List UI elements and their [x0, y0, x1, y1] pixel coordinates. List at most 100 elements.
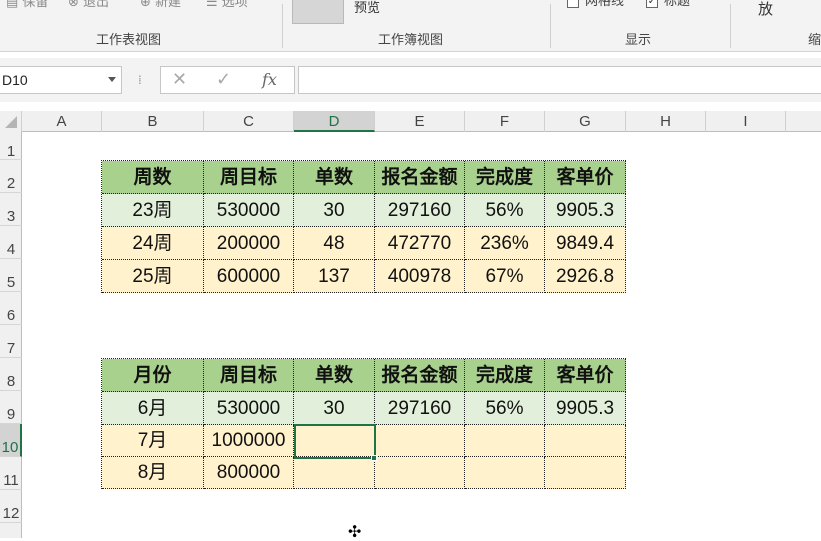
table2-header-cell[interactable]: 周目标: [204, 359, 294, 392]
column-header-i[interactable]: I: [706, 111, 786, 132]
drag-handle-icon[interactable]: ⁞: [138, 72, 142, 88]
table1-cell[interactable]: 48: [294, 227, 375, 260]
table1-cell[interactable]: 530000: [204, 194, 294, 227]
table2-cell[interactable]: [545, 457, 626, 489]
preview-thumbnail[interactable]: [292, 0, 344, 24]
row-header-8[interactable]: 8: [0, 358, 22, 391]
table2-cell[interactable]: 1000000: [204, 425, 294, 457]
table2-cell[interactable]: [465, 425, 545, 457]
gridlines-label: 网格线: [585, 0, 625, 9]
new-view-icon: ⊕: [140, 0, 156, 10]
table1-header-cell[interactable]: 单数: [294, 161, 375, 194]
enter-icon[interactable]: ✓: [216, 70, 231, 90]
table2-header-cell[interactable]: 报名金额: [375, 359, 465, 392]
row-header-9[interactable]: 9: [0, 391, 22, 424]
table2-cell[interactable]: 56%: [465, 392, 545, 425]
table1-cell[interactable]: 9905.3: [545, 194, 626, 227]
table2-cell[interactable]: 530000: [204, 392, 294, 425]
ribbon-separator: [282, 4, 283, 48]
table2-cell[interactable]: [375, 457, 465, 489]
row-header-6[interactable]: 6: [0, 292, 22, 325]
table1-header-cell[interactable]: 客单价: [545, 161, 626, 194]
table2-cell[interactable]: 9905.3: [545, 392, 626, 425]
zoom-label[interactable]: 放: [758, 1, 773, 17]
table1-header-cell[interactable]: 周目标: [204, 161, 294, 194]
table1-cell[interactable]: 2926.8: [545, 260, 626, 293]
row-header-2[interactable]: 2: [0, 160, 22, 193]
column-header-h[interactable]: H: [626, 111, 706, 132]
table2-cell[interactable]: 6月: [102, 392, 204, 425]
table2-cell[interactable]: 297160: [375, 392, 465, 425]
column-header-d[interactable]: D: [294, 111, 375, 132]
table2-cell[interactable]: [465, 457, 545, 489]
table1-cell[interactable]: 30: [294, 194, 375, 227]
table1-cell[interactable]: 137: [294, 260, 375, 293]
group-label-worksheet-view: 工作表视图: [96, 33, 162, 48]
new-view-button[interactable]: ⊕ 新建: [140, 0, 181, 11]
row-header-12[interactable]: 12: [0, 490, 22, 523]
table1-cell[interactable]: 67%: [465, 260, 545, 293]
column-header-f[interactable]: F: [465, 111, 545, 132]
formula-input[interactable]: [298, 66, 821, 94]
group-label-workbook-view: 工作簿视图: [378, 33, 444, 48]
column-header-b[interactable]: B: [102, 111, 204, 132]
row-header-7[interactable]: 7: [0, 325, 22, 358]
table2-cell[interactable]: 800000: [204, 457, 294, 489]
select-all-icon: [5, 116, 17, 128]
row-header-4[interactable]: 4: [0, 226, 22, 259]
table1-cell[interactable]: 9849.4: [545, 227, 626, 260]
gridlines-checkbox[interactable]: [567, 0, 579, 8]
exit-icon: ⊗: [68, 0, 84, 10]
headings-label: 标题: [664, 0, 691, 9]
table2-cell[interactable]: 30: [294, 392, 375, 425]
table1-cell[interactable]: 472770: [375, 227, 465, 260]
table2-header-cell[interactable]: 完成度: [465, 359, 545, 392]
table2-cell[interactable]: 8月: [102, 457, 204, 489]
table2-header-cell[interactable]: 单数: [294, 359, 375, 392]
table1-header-cell[interactable]: 周数: [102, 161, 204, 194]
row-header-11[interactable]: 11: [0, 457, 22, 490]
options-button[interactable]: ☰ 选项: [206, 0, 248, 11]
table2-cell[interactable]: [375, 425, 465, 457]
keep-button[interactable]: ▤ 保留: [6, 0, 48, 11]
row-header-5[interactable]: 5: [0, 259, 22, 292]
table1-cell[interactable]: 23周: [102, 194, 204, 227]
ribbon-separator: [550, 4, 551, 48]
table2-cell[interactable]: 7月: [102, 425, 204, 457]
exit-button[interactable]: ⊗ 退出: [68, 0, 109, 11]
table1-cell[interactable]: 400978: [375, 260, 465, 293]
chevron-down-icon[interactable]: [108, 77, 116, 82]
insert-function-icon[interactable]: fx: [262, 70, 277, 89]
table1-cell[interactable]: 25周: [102, 260, 204, 293]
keep-icon: ▤: [6, 0, 23, 10]
options-icon: ☰: [206, 0, 222, 10]
fill-handle[interactable]: [371, 455, 377, 461]
table1-header-cell[interactable]: 报名金额: [375, 161, 465, 194]
table1-header-cell[interactable]: 完成度: [465, 161, 545, 194]
group-label-show: 显示: [625, 33, 652, 48]
table1-cell[interactable]: 600000: [204, 260, 294, 293]
preview-label[interactable]: 预览: [354, 1, 380, 17]
table1-cell[interactable]: 200000: [204, 227, 294, 260]
cancel-icon[interactable]: ✕: [172, 70, 187, 90]
active-cell-selection[interactable]: [294, 424, 376, 459]
table1-cell[interactable]: 56%: [465, 194, 545, 227]
row-header-10[interactable]: 10: [0, 424, 22, 457]
column-header-g[interactable]: G: [545, 111, 626, 132]
ribbon-separator: [730, 4, 731, 48]
row-header-3[interactable]: 3: [0, 193, 22, 226]
row-header-1[interactable]: 1: [0, 132, 22, 160]
name-box-value: D10: [2, 72, 28, 88]
column-header-a[interactable]: A: [22, 111, 102, 132]
headings-checkbox[interactable]: ✓: [646, 0, 658, 8]
table1-cell[interactable]: 24周: [102, 227, 204, 260]
table2-header-cell[interactable]: 客单价: [545, 359, 626, 392]
table1-cell[interactable]: 297160: [375, 194, 465, 227]
group-label-zoom: 缩: [808, 33, 821, 48]
table1-cell[interactable]: 236%: [465, 227, 545, 260]
table2-cell[interactable]: [294, 457, 375, 489]
column-header-c[interactable]: C: [204, 111, 294, 132]
table2-header-cell[interactable]: 月份: [102, 359, 204, 392]
column-header-e[interactable]: E: [375, 111, 465, 132]
table2-cell[interactable]: [545, 425, 626, 457]
